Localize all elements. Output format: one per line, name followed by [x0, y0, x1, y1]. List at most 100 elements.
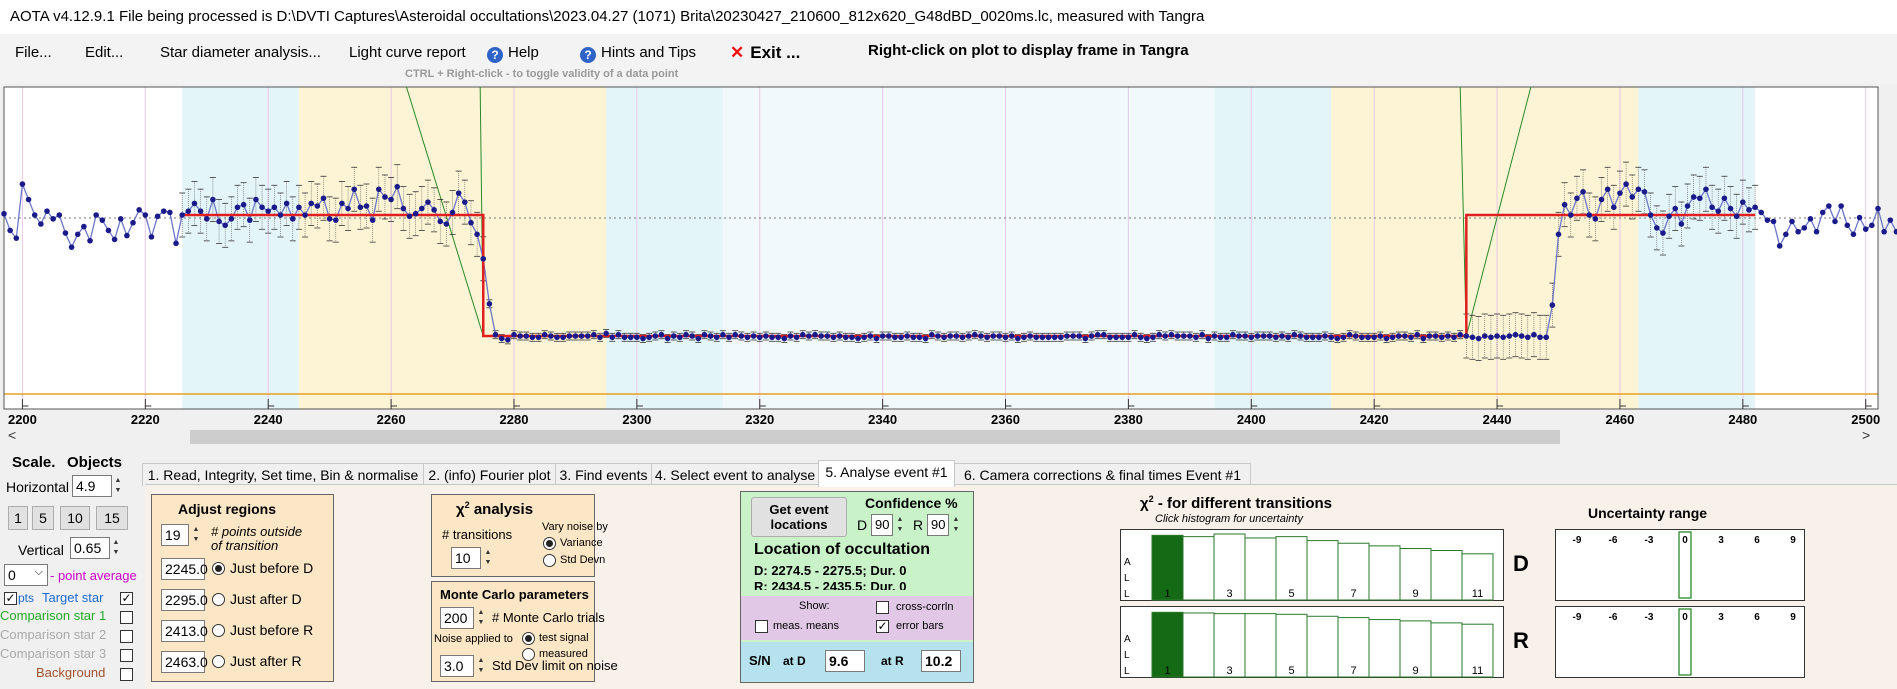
vertical-spinner[interactable]: ▲ ▼	[109, 538, 123, 558]
sn-at-r-label: at R	[881, 654, 904, 668]
tab-fourier[interactable]: 2. (info) Fourier plot	[423, 463, 556, 486]
help-menu[interactable]: ? Help	[487, 44, 539, 63]
just-before-d-radio[interactable]	[212, 562, 225, 575]
scroll-right-arrow[interactable]: >	[1862, 427, 1870, 443]
comparison-star-1-checkbox[interactable]	[120, 611, 133, 624]
data-point	[953, 333, 960, 339]
data-point	[959, 334, 966, 341]
scale-10-button[interactable]: 10	[60, 506, 90, 530]
target-star-checkbox[interactable]: ✓	[120, 592, 133, 605]
horizontal-scrollbar[interactable]: < >	[0, 426, 1897, 448]
unc-r-frame	[1555, 606, 1805, 678]
std-devn-radio[interactable]	[543, 554, 556, 567]
x-tick-label-4: 2280	[500, 412, 529, 426]
file-menu[interactable]: File...	[15, 44, 52, 61]
cross-corrln-checkbox[interactable]	[876, 601, 889, 614]
data-point	[1309, 334, 1316, 341]
tab-analyse-event[interactable]: 5. Analyse event #1	[818, 460, 955, 487]
std-dev-limit-input[interactable]: 3.0	[440, 655, 474, 677]
data-point	[677, 334, 683, 341]
data-point	[658, 331, 665, 338]
monte-carlo-trials-spinner[interactable]: ▲ ▼	[474, 608, 488, 628]
just-after-d-value[interactable]: 2295.0	[161, 589, 208, 611]
data-point	[1082, 335, 1089, 342]
just-after-d-radio[interactable]	[212, 593, 225, 606]
region-0	[182, 87, 299, 409]
histogram-r[interactable]: ALL 1 3 5 7 9 11	[1120, 606, 1504, 678]
pts-checkbox[interactable]: ✓	[4, 592, 17, 605]
just-after-r-radio[interactable]	[212, 655, 225, 668]
star-diameter-menu[interactable]: Star diameter analysis...	[160, 44, 321, 61]
meas-means-checkbox[interactable]	[755, 620, 768, 633]
just-before-r-radio[interactable]	[212, 624, 225, 637]
data-point	[167, 209, 173, 216]
data-point	[1340, 334, 1347, 341]
just-before-d-value[interactable]: 2245.0	[161, 558, 208, 580]
points-outside-spinner[interactable]: ▲ ▼	[189, 525, 203, 545]
confidence-d-input[interactable]: 90	[871, 514, 893, 536]
data-point	[1567, 212, 1574, 218]
data-point	[56, 212, 63, 218]
data-point	[431, 207, 437, 213]
confidence-d-spinner[interactable]: ▲ ▼	[893, 515, 907, 535]
data-point	[1666, 213, 1672, 220]
unc-d-tick-0: -9	[1573, 535, 1582, 546]
tab-read-integrity[interactable]: 1. Read, Integrity, Set time, Bin & norm…	[142, 463, 424, 486]
comparison-star-2-checkbox[interactable]	[120, 630, 133, 643]
transitions-spinner[interactable]: ▲ ▼	[481, 548, 495, 568]
confidence-r-spinner[interactable]: ▲ ▼	[949, 515, 963, 535]
test-signal-radio[interactable]	[522, 632, 535, 645]
hist-d-tick-3: 3	[1226, 588, 1232, 600]
data-point	[99, 217, 106, 223]
x-tick-label-7: 2340	[868, 412, 897, 426]
unc-r-tick-0: -9	[1573, 612, 1582, 623]
x-tick-label-10: 2400	[1237, 412, 1266, 426]
data-point	[1604, 186, 1611, 193]
sn-bar: S/N at D 9.6 at R 10.2	[741, 642, 973, 682]
comparison-star-3-checkbox[interactable]	[120, 649, 133, 662]
data-point	[455, 190, 462, 196]
tab-find-events[interactable]: 3. Find events	[555, 463, 652, 486]
error-bars-label: error bars	[896, 620, 944, 632]
transitions-input[interactable]: 10	[451, 547, 481, 569]
std-dev-limit-spinner[interactable]: ▲ ▼	[474, 656, 488, 676]
horizontal-input[interactable]: 4.9	[72, 475, 112, 497]
variance-radio[interactable]	[543, 537, 556, 550]
location-title: Location of occultation	[754, 541, 930, 558]
scroll-left-arrow[interactable]: <	[8, 427, 16, 443]
points-outside-input[interactable]: 19	[161, 524, 189, 546]
scale-15-button[interactable]: 15	[96, 506, 128, 530]
data-point	[707, 333, 714, 339]
data-point	[474, 231, 480, 238]
light-curve-plot[interactable]: 2200 2220 2240 2260 2280 2300 2320 2340 2360 2380…	[0, 84, 1897, 426]
scale-5-button[interactable]: 5	[32, 506, 54, 530]
scroll-thumb[interactable]	[190, 430, 1560, 444]
region-5	[1331, 87, 1461, 409]
point-average-select[interactable]: 0 ⌵	[4, 564, 48, 586]
background-checkbox[interactable]	[120, 668, 133, 681]
confidence-r-input[interactable]: 90	[927, 514, 949, 536]
data-point	[1365, 334, 1371, 341]
data-point	[1223, 334, 1230, 341]
get-event-locations-button[interactable]: Get event locations	[751, 497, 847, 537]
exit-menu[interactable]: ✕ Exit ...	[730, 43, 800, 63]
edit-menu[interactable]: Edit...	[85, 44, 123, 61]
error-bars-checkbox[interactable]: ✓	[876, 620, 889, 633]
ctrl-hint: CTRL + Right-click - to toggle validity …	[405, 68, 679, 80]
data-point	[111, 236, 118, 243]
histogram-d[interactable]: ALL 1 3 5 7 9 11	[1120, 529, 1504, 601]
just-before-r-value[interactable]: 2413.0	[161, 620, 208, 642]
horizontal-spinner[interactable]: ▲ ▼	[111, 476, 125, 496]
data-point	[197, 208, 204, 214]
data-point	[1389, 334, 1396, 341]
just-after-r-value[interactable]: 2463.0	[161, 651, 208, 673]
monte-carlo-trials-input[interactable]: 200	[440, 607, 474, 629]
tab-camera-corrections[interactable]: 6. Camera corrections & final times Even…	[954, 463, 1251, 486]
light-curve-report-menu[interactable]: Light curve report	[349, 44, 466, 61]
tab-select-event[interactable]: 4. Select event to analyse	[651, 463, 819, 486]
data-point	[873, 335, 880, 342]
hints-menu[interactable]: ? Hints and Tips	[580, 44, 696, 63]
vertical-input[interactable]: 0.65	[70, 537, 110, 559]
data-point	[836, 333, 843, 339]
scale-1-button[interactable]: 1	[8, 506, 28, 530]
